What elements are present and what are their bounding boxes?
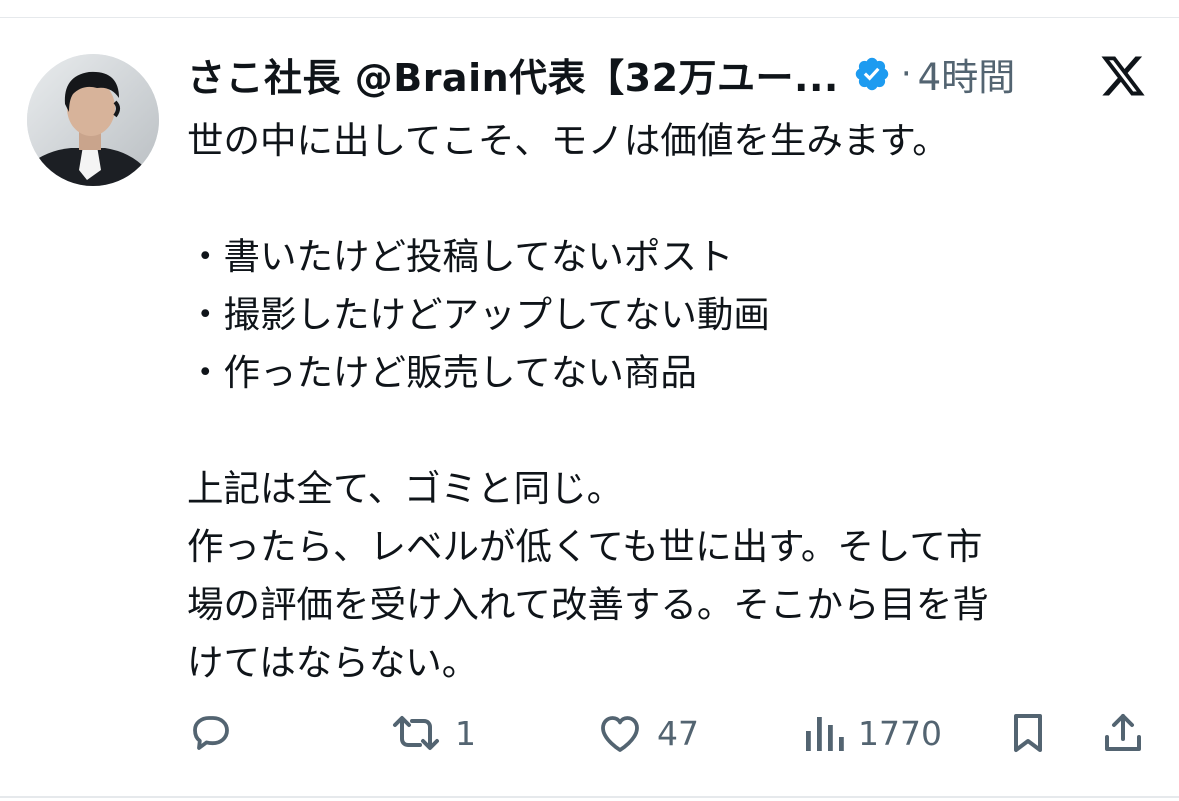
- post-text-line: けてはならない。: [187, 641, 479, 684]
- like-button[interactable]: 47: [595, 707, 699, 759]
- post-header: さこ社長 @Brain代表【32万ユー... · 4時間: [187, 47, 1016, 101]
- views-button[interactable]: 1770: [802, 707, 942, 759]
- repost-icon: [393, 716, 439, 750]
- top-divider: [0, 17, 1179, 18]
- post-body: 世の中に出してこそ、モノは価値を生みます。 ・書いたけど投稿してないポスト ・撮…: [187, 112, 1147, 692]
- post-text-line: 場の評価を受け入れて改善する。そこから目を背: [187, 583, 989, 626]
- separator-dot: ·: [900, 54, 912, 94]
- views-count: 1770: [858, 713, 942, 753]
- post-text-line: ・作ったけど販売してない商品: [187, 351, 697, 394]
- heart-icon: [601, 716, 639, 752]
- post-text-line: ・撮影したけどアップしてない動画: [187, 293, 770, 336]
- reply-icon: [193, 716, 229, 750]
- avatar-photo: [27, 54, 159, 186]
- verified-badge-icon[interactable]: [853, 55, 891, 93]
- action-bar: 1 47 1770: [0, 707, 1179, 759]
- share-icon: [1105, 714, 1141, 751]
- repost-count: 1: [455, 713, 476, 753]
- repost-button[interactable]: 1: [389, 707, 476, 759]
- post-timestamp[interactable]: 4時間: [918, 47, 1016, 101]
- x-logo-icon[interactable]: [1099, 52, 1147, 100]
- avatar[interactable]: [27, 54, 159, 186]
- share-button[interactable]: [1099, 707, 1147, 759]
- post-text-line: 作ったら、レベルが低くても世に出す。そして市: [187, 525, 983, 568]
- bookmark-button[interactable]: [1004, 707, 1052, 759]
- post-card[interactable]: さこ社長 @Brain代表【32万ユー... · 4時間 世の中に出してこそ、モ…: [0, 0, 1179, 801]
- bookmark-icon: [1014, 714, 1042, 752]
- post-text-line: 世の中に出してこそ、モノは価値を生みます。: [187, 119, 949, 162]
- views-icon: [806, 717, 844, 751]
- bottom-divider: [0, 796, 1179, 798]
- author-display-name[interactable]: さこ社長 @Brain代表【32万ユー...: [187, 47, 839, 102]
- post-text-line: 上記は全て、ゴミと同じ。: [187, 467, 624, 510]
- like-count: 47: [657, 713, 699, 753]
- post-text-line: ・書いたけど投稿してないポスト: [187, 235, 734, 278]
- reply-button[interactable]: [187, 707, 247, 759]
